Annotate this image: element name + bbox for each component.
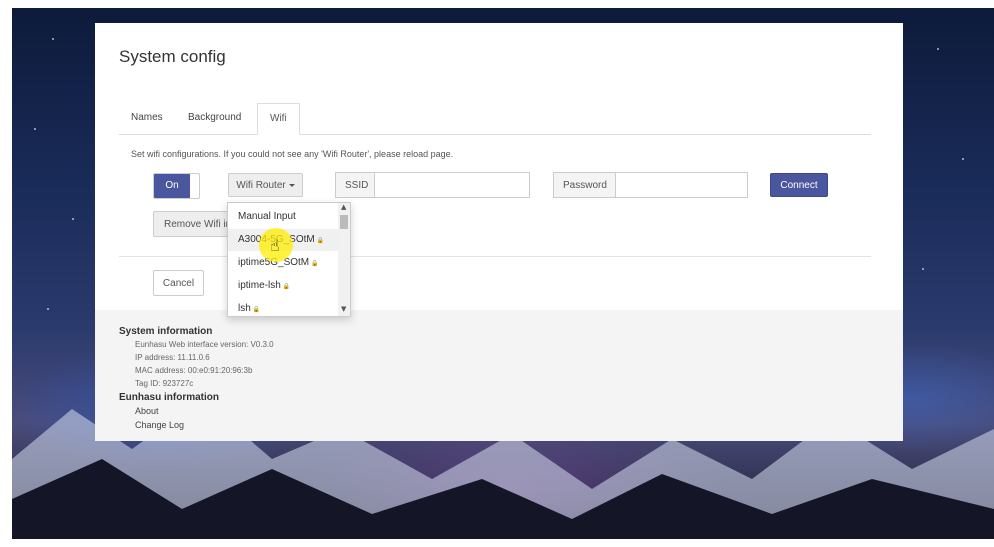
scroll-down-arrow-icon[interactable]: ▼: [341, 305, 346, 313]
ip-address: IP address: 11.11.0.6: [135, 353, 210, 362]
scrollbar-thumb[interactable]: [340, 215, 348, 229]
config-card: System config Names Background Wifi Set …: [95, 23, 903, 310]
change-log-link[interactable]: Change Log: [135, 420, 274, 430]
password-label: Password: [553, 172, 616, 198]
mac-address: MAC address: 00:e0:91:20:96:3b: [135, 366, 253, 375]
tag-id: Tag ID: 923727c: [135, 379, 194, 388]
wifi-toggle[interactable]: On: [153, 173, 200, 199]
page-title: System config: [119, 47, 226, 66]
ssid-label: SSID: [335, 172, 375, 198]
scroll-up-arrow-icon[interactable]: ▲: [341, 203, 346, 211]
dropdown-scrollbar[interactable]: ▲ ▼: [338, 203, 350, 316]
password-input[interactable]: [615, 172, 748, 198]
ssid-input[interactable]: [374, 172, 530, 198]
system-information-title: System information: [119, 326, 213, 337]
lock-icon: 🔒: [282, 284, 291, 290]
tab-names[interactable]: Names: [119, 103, 175, 133]
hand-cursor-icon: ☝: [270, 236, 280, 255]
wifi-router-dropdown-menu: Manual Input A3004-5G_SOtM🔒 iptime5G_SOt…: [227, 202, 351, 317]
router-option-manual-input[interactable]: Manual Input: [228, 206, 338, 228]
cancel-button[interactable]: Cancel: [153, 270, 204, 296]
router-option-lsh[interactable]: lsh 🔒: [228, 298, 338, 316]
web-interface-version: Eunhasu Web interface version: V0.3.0: [135, 340, 274, 349]
wifi-router-button-label: Wifi Router: [236, 180, 286, 191]
wifi-hint-text: Set wifi configurations. If you could no…: [131, 149, 454, 159]
wifi-toggle-on-label: On: [154, 174, 190, 198]
tab-bar: Names Background Wifi: [119, 103, 871, 135]
tab-background[interactable]: Background: [176, 103, 253, 133]
router-option-iptime-lsh[interactable]: iptime-lsh 🔒: [228, 275, 338, 297]
eunhasu-information-title: Eunhasu information: [119, 392, 219, 403]
system-config-panel: System config Names Background Wifi Set …: [95, 23, 903, 441]
wifi-router-dropdown-button[interactable]: Wifi Router: [228, 173, 303, 197]
caret-down-icon: [288, 183, 295, 187]
lock-icon: 🔒: [316, 238, 325, 244]
lock-icon: 🔒: [252, 307, 261, 313]
desktop-background: System config Names Background Wifi Set …: [12, 8, 994, 539]
lock-icon: 🔒: [311, 261, 319, 267]
system-information-section: System information Eunhasu Web interface…: [119, 326, 274, 434]
remove-wifi-button[interactable]: Remove Wifi in: [153, 211, 233, 237]
tab-wifi[interactable]: Wifi: [257, 103, 300, 135]
connect-button[interactable]: Connect: [770, 173, 828, 197]
about-link[interactable]: About: [135, 406, 274, 416]
